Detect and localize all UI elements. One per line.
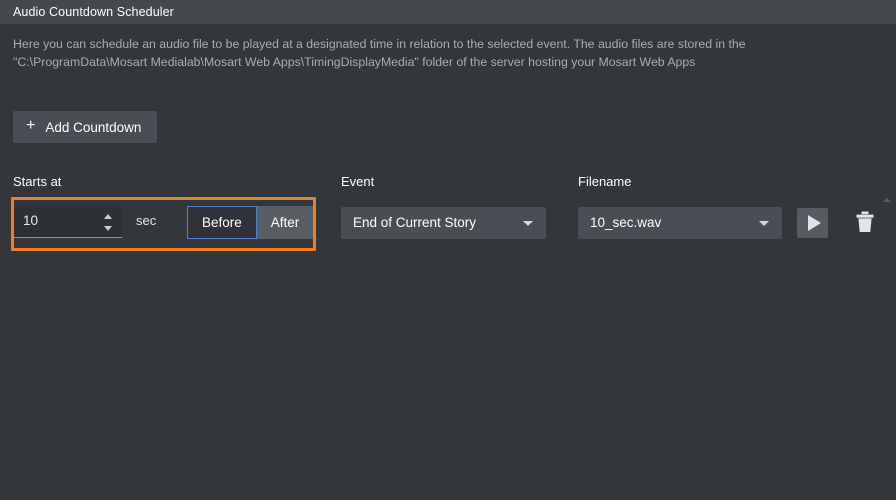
play-button[interactable] — [797, 208, 828, 238]
direction-toggle-group: Before After — [187, 206, 314, 239]
direction-after-button[interactable]: After — [256, 206, 314, 239]
column-header-starts-at: Starts at — [13, 174, 62, 189]
page-description: Here you can schedule an audio file to b… — [13, 35, 873, 71]
page-content: Here you can schedule an audio file to b… — [0, 24, 896, 500]
delete-button[interactable] — [849, 208, 877, 238]
event-dropdown-value: End of Current Story — [353, 215, 477, 230]
event-dropdown[interactable]: End of Current Story — [341, 207, 546, 239]
chevron-down-icon — [759, 221, 769, 226]
duration-value: 10 — [23, 213, 39, 228]
filename-dropdown-value: 10_sec.wav — [590, 215, 662, 230]
filename-dropdown[interactable]: 10_sec.wav — [578, 207, 782, 239]
scroll-up-icon[interactable] — [883, 198, 891, 202]
column-header-event: Event — [341, 174, 375, 189]
description-line-2: "C:\ProgramData\Mosart Medialab\Mosart W… — [13, 55, 696, 69]
play-icon — [808, 215, 821, 231]
duration-stepper[interactable]: 10 — [14, 207, 122, 238]
chevron-down-icon — [523, 221, 533, 226]
description-line-1: Here you can schedule an audio file to b… — [13, 37, 746, 51]
stepper-up-icon[interactable] — [104, 214, 112, 219]
column-header-filename: Filename — [578, 174, 632, 189]
duration-unit-label: sec — [136, 213, 157, 228]
countdown-row: 10 sec Before After End of Current Story… — [0, 197, 896, 251]
stepper-down-icon[interactable] — [104, 226, 112, 231]
add-countdown-label: Add Countdown — [45, 119, 142, 135]
stepper-arrows-icon[interactable] — [104, 214, 113, 231]
trash-icon — [856, 211, 874, 232]
add-countdown-button[interactable]: + Add Countdown — [13, 111, 158, 143]
plus-icon: + — [26, 117, 36, 134]
window-title: Audio Countdown Scheduler — [13, 5, 174, 19]
window-titlebar: Audio Countdown Scheduler — [0, 0, 896, 24]
direction-before-button[interactable]: Before — [187, 206, 257, 239]
